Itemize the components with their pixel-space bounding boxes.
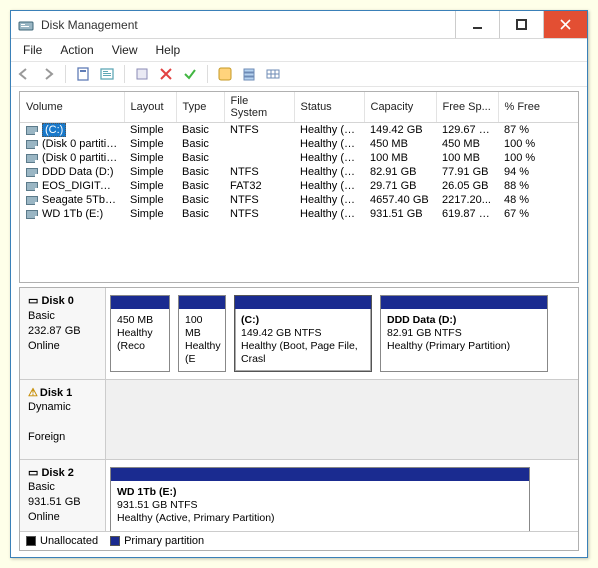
col-layout[interactable]: Layout (124, 92, 176, 123)
partition[interactable]: 100 MBHealthy (E (178, 295, 226, 372)
table-row[interactable]: WD 1Tb (E:)SimpleBasicNTFSHealthy (A...9… (20, 207, 578, 221)
content-area: Volume Layout Type File System Status Ca… (11, 87, 587, 557)
menu-help[interactable]: Help (148, 41, 189, 59)
legend: Unallocated Primary partition (20, 531, 578, 550)
refresh-icon[interactable] (74, 65, 92, 83)
disk-info: ⚠Disk 1Dynamic Foreign (20, 380, 106, 459)
menu-bar: File Action View Help (11, 39, 587, 61)
disk-partitions: WD 1Tb (E:)931.51 GB NTFSHealthy (Active… (106, 460, 578, 532)
legend-primary-swatch (110, 536, 120, 546)
grid-icon[interactable] (264, 65, 282, 83)
disk-row[interactable]: ▭ Disk 0Basic232.87 GBOnline450 MBHealth… (20, 288, 578, 380)
disk-row[interactable]: ⚠Disk 1Dynamic Foreign (20, 380, 578, 460)
disk-partitions: 450 MBHealthy (Reco100 MBHealthy (E(C:)1… (106, 288, 578, 379)
toolbar (11, 61, 587, 87)
col-type[interactable]: Type (176, 92, 224, 123)
drive-icon (26, 210, 38, 219)
col-fs[interactable]: File System (224, 92, 294, 123)
title-bar[interactable]: Disk Management (11, 11, 587, 39)
disk-row[interactable]: ▭ Disk 2Basic931.51 GBOnlineWD 1Tb (E:)9… (20, 460, 578, 532)
properties-icon[interactable] (98, 65, 116, 83)
window-title: Disk Management (41, 18, 455, 32)
table-row[interactable]: (Disk 0 partition 1)SimpleBasicHealthy (… (20, 137, 578, 151)
list-icon[interactable] (240, 65, 258, 83)
table-row[interactable]: Seagate 5Tb (I:)SimpleBasicNTFSHealthy (… (20, 193, 578, 207)
maximize-button[interactable] (499, 11, 543, 38)
table-row[interactable]: (Disk 0 partition 2)SimpleBasicHealthy (… (20, 151, 578, 165)
disk-info: ▭ Disk 2Basic931.51 GBOnline (20, 460, 106, 532)
disk-icon: ▭ (28, 467, 41, 479)
disk-icon: ▭ (28, 295, 41, 307)
col-capacity[interactable]: Capacity (364, 92, 436, 123)
partition[interactable]: WD 1Tb (E:)931.51 GB NTFSHealthy (Active… (110, 467, 530, 532)
volume-table[interactable]: Volume Layout Type File System Status Ca… (20, 92, 578, 221)
delete-icon[interactable] (157, 65, 175, 83)
table-row[interactable]: DDD Data (D:)SimpleBasicNTFSHealthy (P..… (20, 165, 578, 179)
col-pct[interactable]: % Free (498, 92, 578, 123)
check-icon[interactable] (181, 65, 199, 83)
app-icon (17, 16, 35, 34)
col-volume[interactable]: Volume (20, 92, 124, 123)
menu-action[interactable]: Action (52, 41, 101, 59)
drive-icon (26, 182, 38, 191)
minimize-button[interactable] (455, 11, 499, 38)
table-row[interactable]: (C:)SimpleBasicNTFSHealthy (B...149.42 G… (20, 123, 578, 138)
col-status[interactable]: Status (294, 92, 364, 123)
forward-button[interactable] (39, 65, 57, 83)
disk-partitions (106, 380, 578, 459)
disk-info: ▭ Disk 0Basic232.87 GBOnline (20, 288, 106, 379)
col-free[interactable]: Free Sp... (436, 92, 498, 123)
settings-icon[interactable] (133, 65, 151, 83)
disk-icon: ⚠ (28, 387, 40, 399)
back-button[interactable] (15, 65, 33, 83)
disk-map-pane[interactable]: ▭ Disk 0Basic232.87 GBOnline450 MBHealth… (19, 287, 579, 551)
partition[interactable]: (C:)149.42 GB NTFSHealthy (Boot, Page Fi… (234, 295, 372, 372)
menu-file[interactable]: File (15, 41, 50, 59)
drive-icon (26, 168, 38, 177)
drive-icon (26, 196, 38, 205)
close-button[interactable] (543, 11, 587, 38)
drive-icon (26, 140, 38, 149)
drive-icon (26, 154, 38, 163)
table-row[interactable]: EOS_DIGITAL (F:)SimpleBasicFAT32Healthy … (20, 179, 578, 193)
menu-view[interactable]: View (104, 41, 146, 59)
help-icon[interactable] (216, 65, 234, 83)
volume-list-pane[interactable]: Volume Layout Type File System Status Ca… (19, 91, 579, 283)
partition[interactable]: DDD Data (D:)82.91 GB NTFSHealthy (Prima… (380, 295, 548, 372)
legend-unallocated-swatch (26, 536, 36, 546)
drive-icon (26, 126, 38, 135)
disk-management-window: Disk Management File Action View Help (10, 10, 588, 558)
partition[interactable]: 450 MBHealthy (Reco (110, 295, 170, 372)
